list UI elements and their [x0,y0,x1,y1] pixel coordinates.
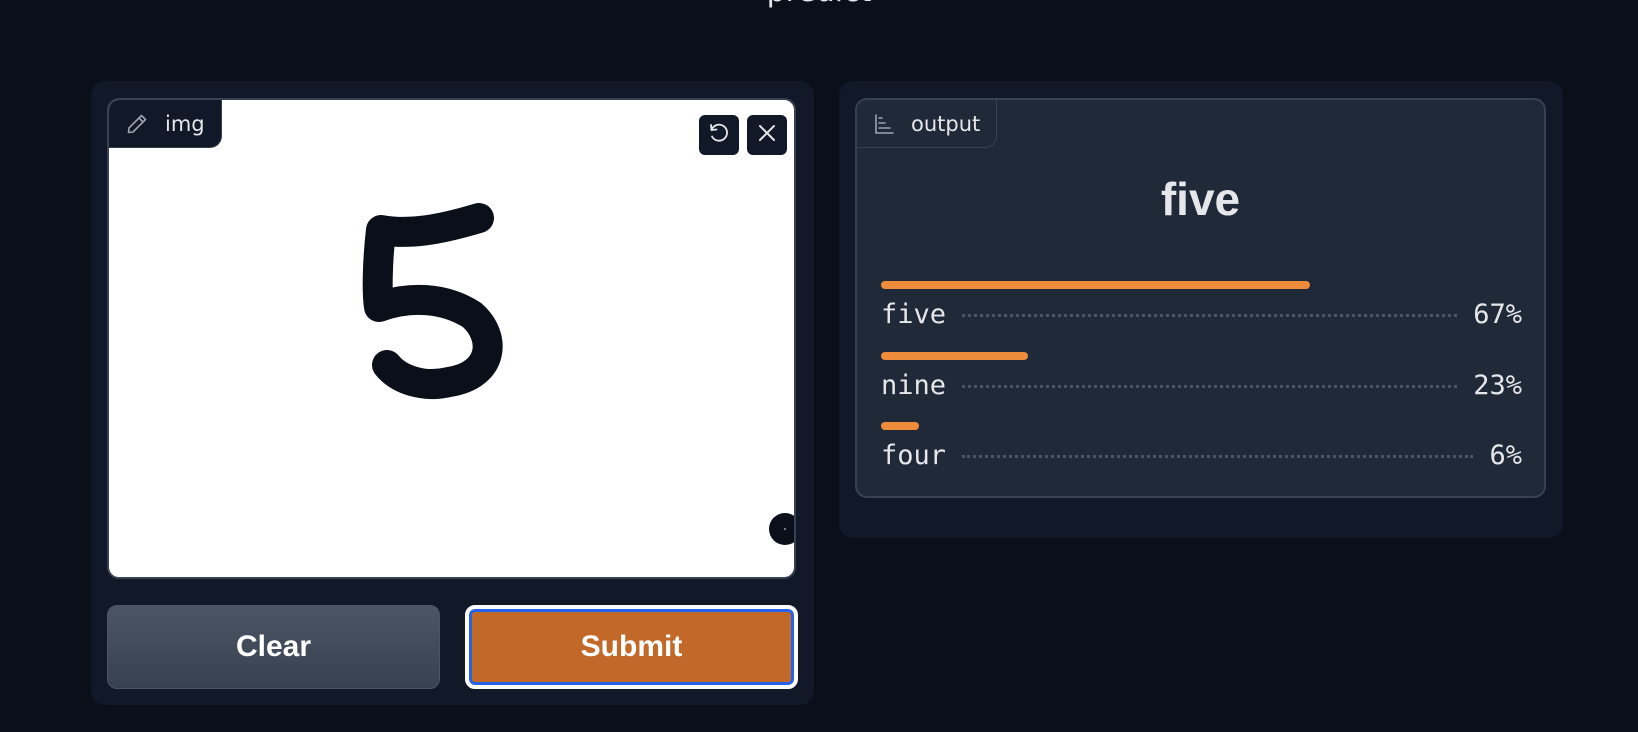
dotted-leader [962,385,1458,388]
close-icon [755,121,779,149]
predicted-label: five [1160,173,1241,225]
page-title: predict [0,0,1638,9]
confidence-bar [881,422,920,430]
label-output: output five five 67% nine 23% four 6% [855,98,1546,498]
confidence-label: nine [881,370,947,401]
pencil-icon [125,112,149,136]
confidence-row: five 67% [881,281,1522,330]
confidence-bar [881,281,1311,289]
input-label: img [109,100,222,148]
output-panel: output five five 67% nine 23% four 6% [839,81,1563,538]
bar-chart-icon [873,113,895,135]
confidence-bar [881,352,1029,360]
sketchpad[interactable]: img [107,98,796,579]
drawn-digit [362,203,503,399]
page-title-area: predict [0,0,1638,14]
undo-button[interactable] [699,115,739,155]
dotted-leader [962,455,1474,458]
confidence-row: four 6% [881,422,1522,471]
clear-canvas-button[interactable] [747,115,787,155]
confidence-label: five [881,299,947,330]
undo-icon [707,121,731,149]
input-label-text: img [165,111,205,136]
confidence-percent: 67% [1473,299,1522,330]
confidence-percent: 23% [1473,370,1522,401]
confidence-row: nine 23% [881,352,1522,401]
output-label-text: output [911,111,981,136]
confidence-percent: 6% [1489,440,1522,471]
clear-button[interactable]: Clear [107,605,440,689]
brush-cursor [769,513,794,545]
input-panel: img Clear Submit [91,81,814,705]
submit-button[interactable]: Submit [465,605,798,689]
confidence-label: four [881,440,947,471]
dotted-leader [962,314,1458,317]
output-label: output [857,100,998,148]
